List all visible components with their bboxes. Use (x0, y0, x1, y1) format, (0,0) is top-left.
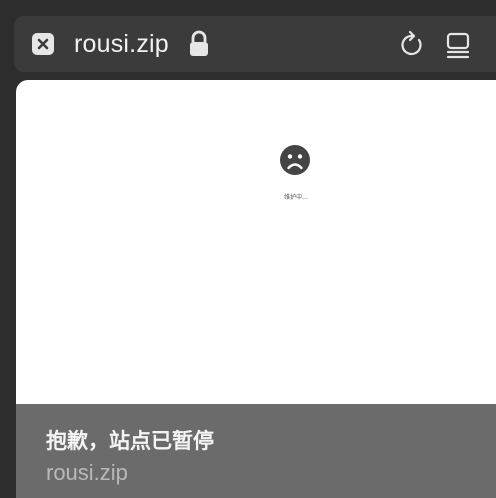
browser-window: rousi.zip 维护中... 抱歉，站点已暂停 rousi.zip (0, 0, 496, 498)
close-tab-icon[interactable] (32, 33, 54, 55)
address-bar[interactable]: rousi.zip (14, 16, 496, 72)
site-paused-title: 抱歉，站点已暂停 (46, 429, 214, 453)
lock-icon (188, 30, 210, 58)
url-text[interactable]: rousi.zip (74, 29, 169, 59)
sad-face-icon (279, 144, 311, 176)
site-info-panel: 抱歉，站点已暂停 rousi.zip (16, 404, 496, 498)
tab-overview-icon[interactable] (444, 31, 472, 59)
reload-icon[interactable] (398, 30, 426, 59)
site-url-label: rousi.zip (46, 460, 128, 485)
maintenance-status-text: 维护中... (284, 194, 308, 201)
